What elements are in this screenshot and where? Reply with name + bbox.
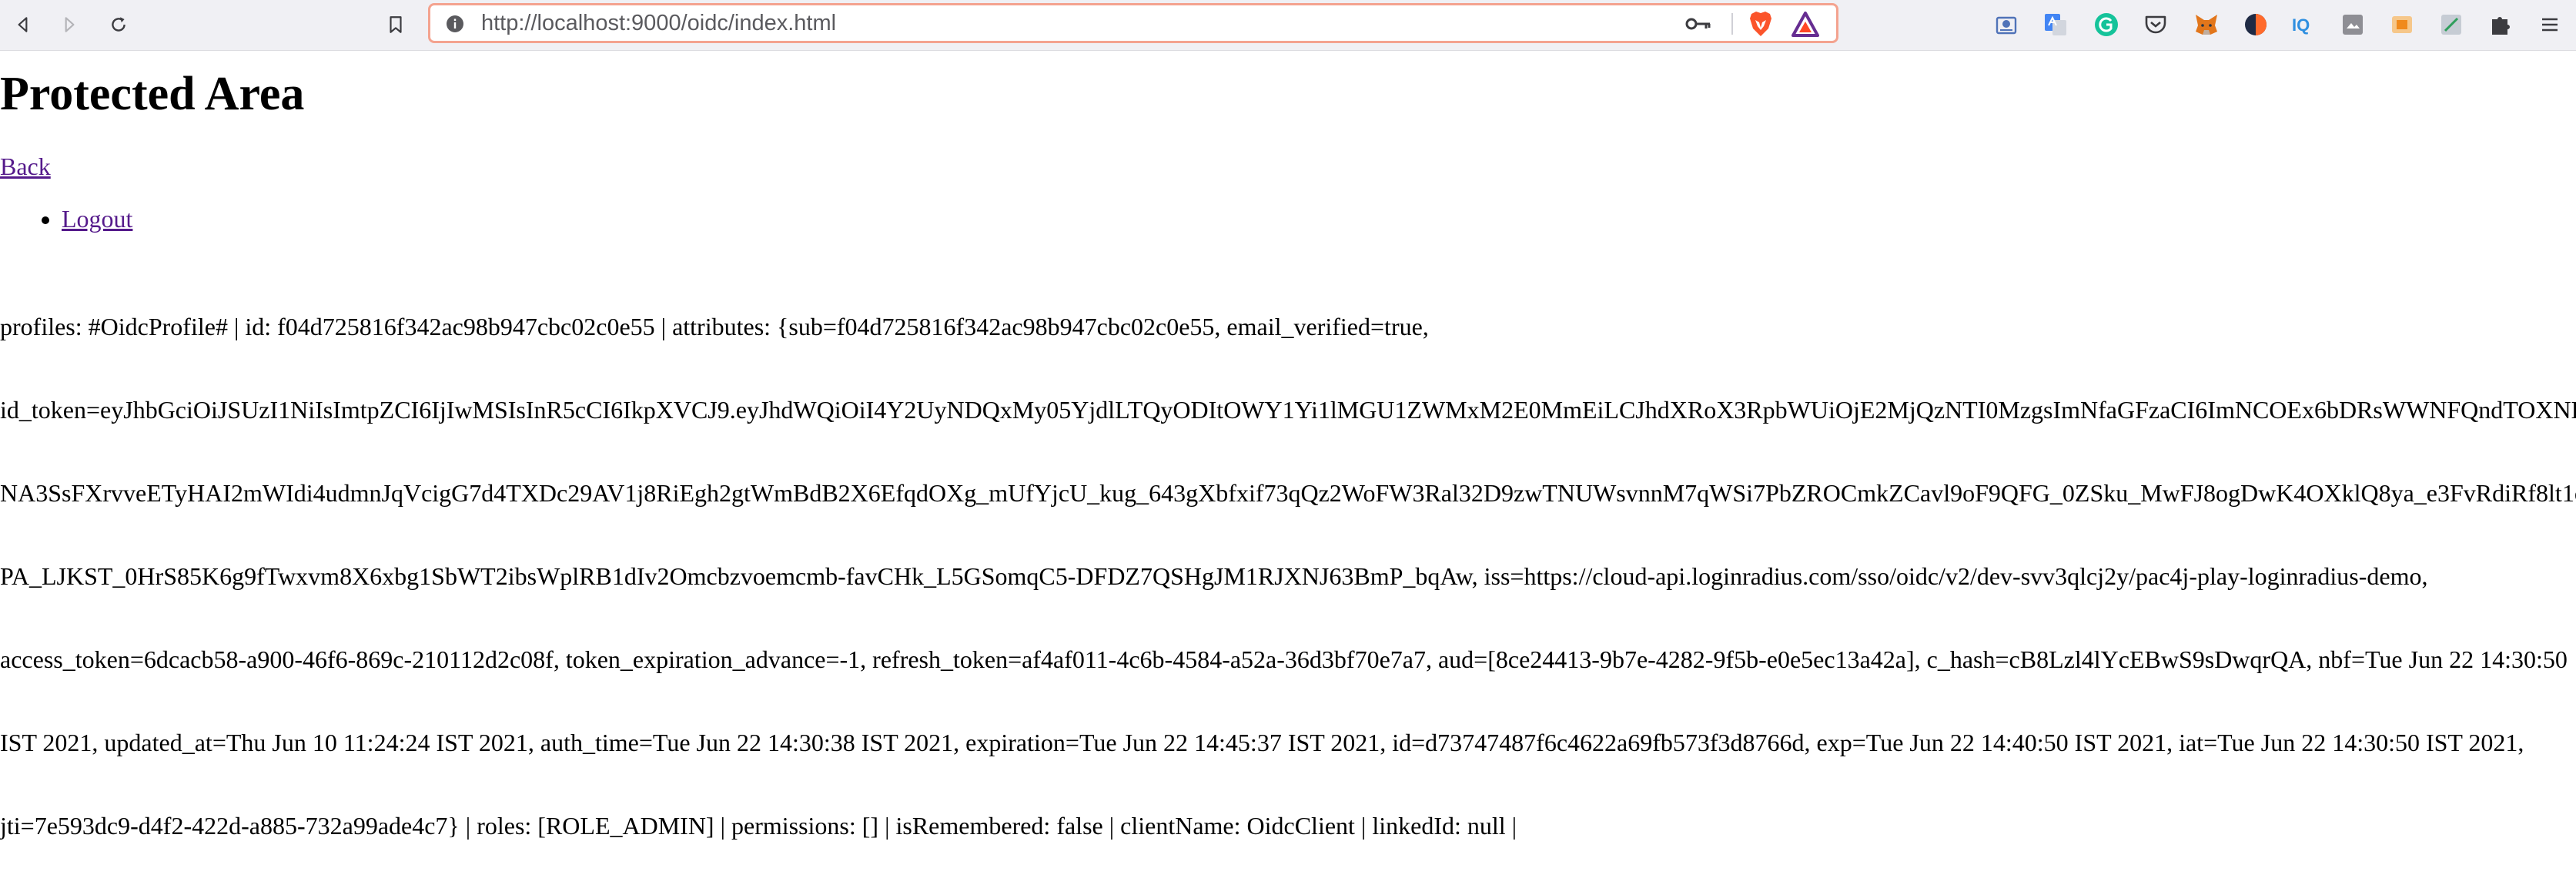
translate-extension-icon (2045, 14, 2066, 35)
pocket-extension-icon (2145, 15, 2166, 34)
draw-extension-icon (2441, 15, 2461, 35)
dictionary-extension-button[interactable] (1991, 9, 2022, 40)
screenshot-extension-icon (2392, 16, 2412, 33)
grammarly-extension-button[interactable] (2091, 9, 2122, 40)
app-menu-button[interactable] (2534, 9, 2565, 40)
profile-line: PA_LJKST_0HrS85K6g9fTwxvm8X6xbg1SbWT2ibs… (0, 562, 2428, 590)
page-title: Protected Area (0, 68, 305, 120)
metamask-extension-icon (2196, 15, 2217, 35)
url-text[interactable]: http://localhost:9000/oidc/index.html (481, 5, 836, 41)
profile-line: NA3SsFXrvveETyHAI2mWIdi4udmnJqVcigG7d4TX… (0, 479, 2576, 507)
logout-link[interactable]: Logout (62, 205, 132, 233)
forward-arrow-icon (65, 17, 75, 32)
iq-extension-button[interactable]: IQ (2288, 9, 2319, 40)
half-circle-extension-button[interactable] (2240, 9, 2271, 40)
image-extension-button[interactable] (2337, 9, 2368, 40)
brave-rewards-icon[interactable] (1791, 12, 1819, 38)
screenshot-extension-button[interactable] (2387, 9, 2417, 40)
back-link[interactable]: Back (0, 151, 51, 182)
reload-button[interactable] (103, 9, 134, 40)
bookmark-button[interactable] (380, 9, 411, 40)
url-divider (1731, 13, 1733, 35)
browser-toolbar: http://localhost:9000/oidc/index.html IQ (0, 0, 2576, 51)
iq-extension-icon: IQ (2292, 15, 2310, 35)
image-extension-icon (2343, 15, 2363, 35)
profile-line: IST 2021, updated_at=Thu Jun 10 11:24:24… (0, 729, 2524, 756)
page-content: Protected Area Back Logout profiles: #Oi… (0, 51, 2576, 840)
hamburger-menu-icon (2542, 18, 2558, 32)
profile-line: profiles: #OidcProfile# | id: f04d725816… (0, 313, 1429, 340)
forward-button[interactable] (54, 9, 85, 40)
draw-extension-button[interactable] (2436, 9, 2467, 40)
key-icon[interactable] (1685, 15, 1711, 33)
profile-details: profiles: #OidcProfile# | id: f04d725816… (0, 257, 2576, 895)
profile-line: id_token=eyJhbGciOiJSUzI1NiIsImtpZCI6IjI… (0, 396, 2576, 424)
profile-line: jti=7e593dc9-d4f2-422d-a885-732a99ade4c7… (0, 812, 1517, 840)
svg-text:IQ: IQ (2292, 15, 2310, 35)
reload-icon (112, 17, 125, 32)
translate-extension-button[interactable] (2040, 9, 2071, 40)
menu-list: Logout (0, 203, 132, 234)
pocket-extension-button[interactable] (2140, 9, 2171, 40)
extensions-button[interactable] (2485, 9, 2516, 40)
dictionary-extension-icon (1996, 16, 2017, 35)
profile-line: access_token=6dcacb58-a900-46f6-869c-210… (0, 645, 2568, 673)
grammarly-extension-icon (2095, 13, 2118, 36)
back-arrow-icon (18, 17, 28, 32)
address-bar[interactable]: http://localhost:9000/oidc/index.html (428, 3, 1838, 43)
back-button[interactable] (8, 9, 38, 40)
half-circle-extension-icon (2245, 14, 2267, 35)
info-icon[interactable] (446, 15, 464, 33)
metamask-extension-button[interactable] (2191, 9, 2222, 40)
bookmark-icon (390, 16, 402, 33)
puzzle-extensions-icon (2492, 17, 2510, 35)
menu-item-logout: Logout (62, 203, 132, 234)
brave-shields-icon[interactable] (1747, 10, 1775, 38)
